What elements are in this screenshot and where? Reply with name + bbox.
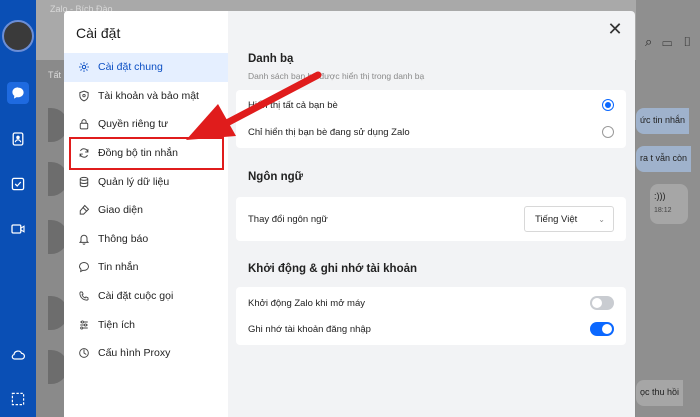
startup-row-launch: Khởi động Zalo khi mở máy [248,290,614,316]
video-icon[interactable] [7,218,29,240]
menu-item-message-sync[interactable]: Đồng bộ tin nhắn [64,139,228,168]
contacts-option-show-all[interactable]: Hiển thị tất cả bạn bè [248,92,614,118]
emoji-message-bubble: :))) 18:12 [650,184,688,224]
utilities-icon [77,318,91,332]
lock-icon [77,117,91,131]
radio-show-all[interactable] [602,99,614,111]
startup-card: Khởi động Zalo khi mở máy Ghi nhớ tài kh… [236,287,626,345]
sidebar-toggle-icon[interactable]: ▯ [682,34,700,49]
app-nav-rail [0,0,36,417]
sync-icon [77,146,91,160]
menu-item-general-settings[interactable]: Cài đặt chung [64,53,228,82]
bell-icon [77,232,91,246]
menu-item-data-management[interactable]: Quản lý dữ liệu [64,167,228,196]
message-time: 18:12 [654,207,672,214]
toggle-launch-on-startup[interactable] [590,296,614,310]
phone-icon [77,289,91,303]
language-select[interactable]: Tiếng Việt ⌄ [524,206,614,232]
modal-title: Cài đặt [76,25,121,41]
conversation-header-icons: ⌕▭▯ [645,34,700,50]
radio-zalo-only[interactable] [602,126,614,138]
language-row: Thay đổi ngôn ngữ Tiếng Việt ⌄ [248,206,614,232]
screenshot-icon[interactable] [7,388,29,410]
menu-item-proxy-config[interactable]: Cấu hình Proxy [64,339,228,368]
menu-item-label: Cài đặt cuộc gọi [98,290,174,303]
chevron-down-icon: ⌄ [598,214,605,224]
section-subtitle-contacts: Danh sách bạn bè được hiển thị trong dan… [248,71,425,81]
chat-icon[interactable] [7,82,29,104]
chat-tab-all[interactable]: Tất [48,70,61,80]
menu-item-label: Thông báo [98,232,149,245]
section-title-startup: Khởi động & ghi nhớ tài khoản [248,263,418,275]
startup-row-remember: Ghi nhớ tài khoản đăng nhập [248,316,614,342]
menu-item-notifications[interactable]: Thông báo [64,225,228,254]
search-icon[interactable]: ⌕ [645,34,662,49]
close-button[interactable]: ✕ [605,20,625,40]
recalled-message-bubble: ọc thu hồi [636,380,684,406]
settings-modal: Cài đặt Cài đặt chung Tài khoản và bảo m… [64,11,635,417]
palette-icon [77,203,91,217]
cloud-icon[interactable] [7,344,29,366]
menu-item-privacy[interactable]: Quyền riêng tư [64,110,228,139]
avatar[interactable] [2,20,34,52]
database-icon [77,175,91,189]
menu-item-utilities[interactable]: Tiện ích [64,310,228,339]
language-selected-value: Tiếng Việt [535,213,578,225]
startup-row-label: Khởi động Zalo khi mở máy [248,297,366,309]
proxy-icon [77,346,91,360]
menu-item-label: Cài đặt chung [98,61,163,74]
menu-item-label: Quyền riêng tư [98,118,169,131]
settings-menu: Cài đặt chung Tài khoản và bảo mật Quyền… [64,53,228,368]
message-bubble: ra t vẫn còn [636,146,692,172]
settings-sidebar: Cài đặt Cài đặt chung Tài khoản và bảo m… [64,11,228,417]
menu-item-label: Đồng bộ tin nhắn [98,147,178,160]
message-icon [77,260,91,274]
menu-item-label: Quản lý dữ liệu [98,175,170,188]
gear-icon [77,60,91,74]
toggle-remember-account[interactable] [590,322,614,336]
message-bubble: ức tin nhắn [636,108,690,134]
language-card: Thay đổi ngôn ngữ Tiếng Việt ⌄ [236,197,626,241]
menu-item-label: Tiện ích [98,318,135,331]
contacts-option-zalo-only[interactable]: Chỉ hiển thị bạn bè đang sử dụng Zalo [248,119,614,145]
contacts-card: Hiển thị tất cả bạn bè Chỉ hiển thị bạn … [236,90,626,148]
contacts-icon[interactable] [7,128,29,150]
todo-icon[interactable] [7,173,29,195]
shield-icon [77,89,91,103]
close-icon: ✕ [607,19,623,39]
menu-item-label: Cấu hình Proxy [98,347,171,360]
menu-item-appearance[interactable]: Giao diện [64,196,228,225]
menu-item-account-security[interactable]: Tài khoản và bảo mật [64,82,228,111]
option-label: Hiển thị tất cả bạn bè [248,99,338,111]
emoji-message-text: :))) [654,191,666,201]
video-call-icon[interactable]: ▭ [662,34,682,49]
language-row-label: Thay đổi ngôn ngữ [248,213,328,225]
menu-item-label: Tin nhắn [98,261,139,274]
menu-item-call-settings[interactable]: Cài đặt cuộc gọi [64,282,228,311]
menu-item-label: Tài khoản và bảo mật [98,89,199,102]
menu-item-label: Giao diện [98,204,143,217]
menu-item-messages[interactable]: Tin nhắn [64,253,228,282]
section-title-contacts: Danh bạ [248,53,294,65]
settings-content: ✕ Danh bạ Danh sách bạn bè được hiển thị… [228,11,635,417]
startup-row-label: Ghi nhớ tài khoản đăng nhập [248,323,371,335]
section-title-language: Ngôn ngữ [248,171,303,183]
option-label: Chỉ hiển thị bạn bè đang sử dụng Zalo [248,126,410,138]
